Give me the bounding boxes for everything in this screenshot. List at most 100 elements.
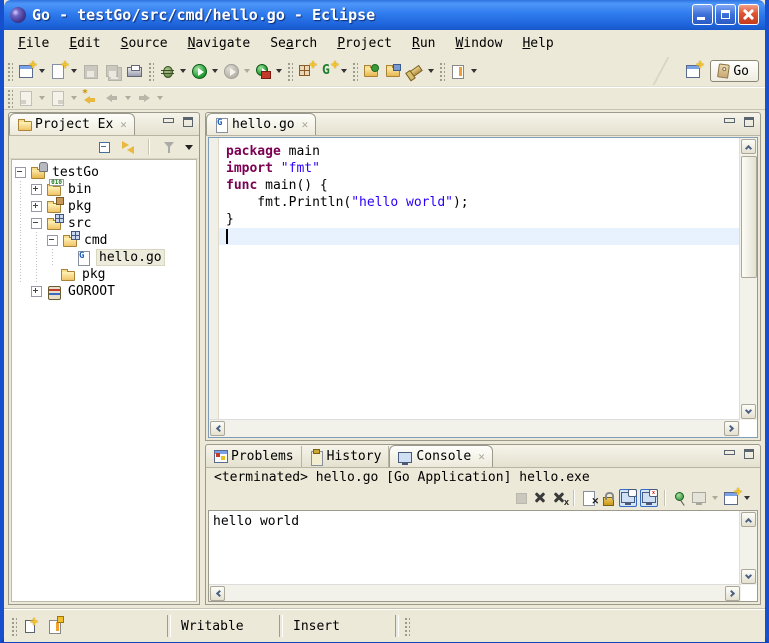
display-console-icon[interactable] xyxy=(691,490,707,506)
save-button[interactable] xyxy=(79,58,101,84)
expander-minus-icon[interactable] xyxy=(47,235,58,246)
filters-icon[interactable] xyxy=(161,139,177,155)
new-wizard-button[interactable] xyxy=(15,58,37,84)
terminate-icon[interactable] xyxy=(513,490,529,506)
external-tools-dropdown[interactable] xyxy=(276,69,282,73)
explorer-minimize-button[interactable] xyxy=(161,117,175,129)
scroll-left-button[interactable] xyxy=(210,421,225,436)
scroll-down-button[interactable] xyxy=(741,569,756,584)
console-vertical-scrollbar[interactable] xyxy=(739,511,757,585)
print-button[interactable] xyxy=(123,58,145,84)
search-dropdown[interactable] xyxy=(428,69,434,73)
previous-annotation-button[interactable] xyxy=(47,85,69,111)
new-go-element-dropdown[interactable] xyxy=(341,69,347,73)
back-button[interactable] xyxy=(101,85,123,111)
editor-content[interactable]: package main import "fmt" func main() { … xyxy=(208,137,758,438)
show-stdout-icon[interactable] xyxy=(619,489,637,507)
tree-row[interactable]: src xyxy=(12,215,196,232)
import-button[interactable] xyxy=(360,58,382,84)
minimize-button[interactable] xyxy=(692,4,713,25)
console-horizontal-scrollbar[interactable] xyxy=(209,584,741,601)
toolbar-grip[interactable] xyxy=(351,61,358,81)
scroll-up-button[interactable] xyxy=(741,512,756,527)
back-dropdown[interactable] xyxy=(125,96,131,100)
remove-launch-icon[interactable] xyxy=(532,490,548,506)
tab-project-explorer[interactable]: Project Ex ✕ xyxy=(9,113,135,135)
display-console-dropdown[interactable] xyxy=(712,496,718,500)
editor-horizontal-scrollbar[interactable] xyxy=(209,419,740,437)
statusbar-grip[interactable] xyxy=(403,616,410,636)
tree-row[interactable]: GOROOT xyxy=(12,283,196,300)
previous-annotation-dropdown[interactable] xyxy=(71,96,77,100)
menu-edit[interactable]: Edit xyxy=(59,34,110,53)
menu-run[interactable]: Run xyxy=(402,34,445,53)
editor-maximize-button[interactable] xyxy=(742,117,756,129)
scroll-right-button[interactable] xyxy=(725,586,740,601)
remove-all-terminated-icon[interactable]: x xyxy=(551,490,567,506)
toolbar-grip[interactable] xyxy=(438,61,445,81)
collapse-all-icon[interactable] xyxy=(97,139,113,155)
new-go-file-dropdown[interactable] xyxy=(71,69,77,73)
toolbar-grip[interactable] xyxy=(286,61,293,81)
new-wizard-dropdown[interactable] xyxy=(39,69,45,73)
tree-item-label[interactable]: cmd xyxy=(82,233,109,248)
statusbar-grip[interactable] xyxy=(10,616,17,636)
expander-minus-icon[interactable] xyxy=(15,167,26,178)
menu-source[interactable]: Source xyxy=(111,34,178,53)
tree-item-label[interactable]: src xyxy=(66,216,93,231)
toggle-mark-button[interactable] xyxy=(447,58,469,84)
debug-button[interactable] xyxy=(156,58,178,84)
menu-file[interactable]: File xyxy=(8,34,59,53)
scrollbar-thumb[interactable] xyxy=(741,156,757,278)
close-button[interactable] xyxy=(738,4,759,25)
console-output[interactable]: hello world xyxy=(208,510,758,602)
open-console-icon[interactable] xyxy=(723,490,739,506)
menu-navigate[interactable]: Navigate xyxy=(178,34,261,53)
new-go-project-button[interactable] xyxy=(295,58,317,84)
tab-problems[interactable]: Problems xyxy=(206,446,302,467)
show-annotation-icon[interactable] xyxy=(47,618,63,634)
scroll-right-button[interactable] xyxy=(724,421,739,436)
tree-row[interactable]: pkg xyxy=(12,266,196,283)
toggle-mark-dropdown[interactable] xyxy=(471,69,477,73)
go-perspective-button[interactable]: Go xyxy=(710,60,759,82)
scroll-up-button[interactable] xyxy=(741,139,756,154)
profile-button[interactable] xyxy=(220,58,242,84)
maximize-button[interactable] xyxy=(715,4,736,25)
save-all-button[interactable] xyxy=(101,58,123,84)
explorer-tab-close-icon[interactable]: ✕ xyxy=(120,118,127,131)
explorer-maximize-button[interactable] xyxy=(181,117,195,129)
editor-gutter[interactable] xyxy=(209,138,219,420)
open-perspective-button[interactable] xyxy=(682,58,704,84)
menu-project[interactable]: Project xyxy=(327,34,402,53)
pin-console-icon[interactable] xyxy=(672,490,688,506)
profile-dropdown[interactable] xyxy=(244,69,250,73)
expander-plus-icon[interactable] xyxy=(31,184,42,195)
search-button[interactable] xyxy=(404,58,426,84)
tree-item-label[interactable]: pkg xyxy=(80,267,107,282)
project-tree[interactable]: testGo 010 bin pkg xyxy=(11,159,197,602)
expander-minus-icon[interactable] xyxy=(31,218,42,229)
tree-item-label[interactable]: pkg xyxy=(66,199,93,214)
toolbar-grip[interactable] xyxy=(6,88,13,108)
tree-row[interactable]: G hello.go xyxy=(12,249,196,266)
expander-plus-icon[interactable] xyxy=(31,201,42,212)
tree-row[interactable]: cmd xyxy=(12,232,196,249)
tab-console[interactable]: Console ✕ xyxy=(389,445,492,467)
run-dropdown[interactable] xyxy=(212,69,218,73)
link-with-editor-icon[interactable] xyxy=(121,139,137,155)
fast-view-icon[interactable] xyxy=(23,618,39,634)
menu-window[interactable]: Window xyxy=(445,34,512,53)
show-stderr-icon[interactable]: x xyxy=(640,489,658,507)
editor-minimize-button[interactable] xyxy=(722,117,736,129)
tree-row[interactable]: pkg xyxy=(12,198,196,215)
export-button[interactable] xyxy=(382,58,404,84)
menu-search[interactable]: Search xyxy=(260,34,327,53)
toolbar-grip[interactable] xyxy=(147,61,154,81)
code-area[interactable]: package main import "fmt" func main() { … xyxy=(219,138,740,420)
tree-item-label[interactable]: GOROOT xyxy=(66,284,117,299)
external-tools-button[interactable] xyxy=(252,58,274,84)
toolbar-grip[interactable] xyxy=(6,61,13,81)
tab-hello-go[interactable]: G hello.go ✕ xyxy=(206,113,316,135)
scroll-left-button[interactable] xyxy=(210,586,225,601)
